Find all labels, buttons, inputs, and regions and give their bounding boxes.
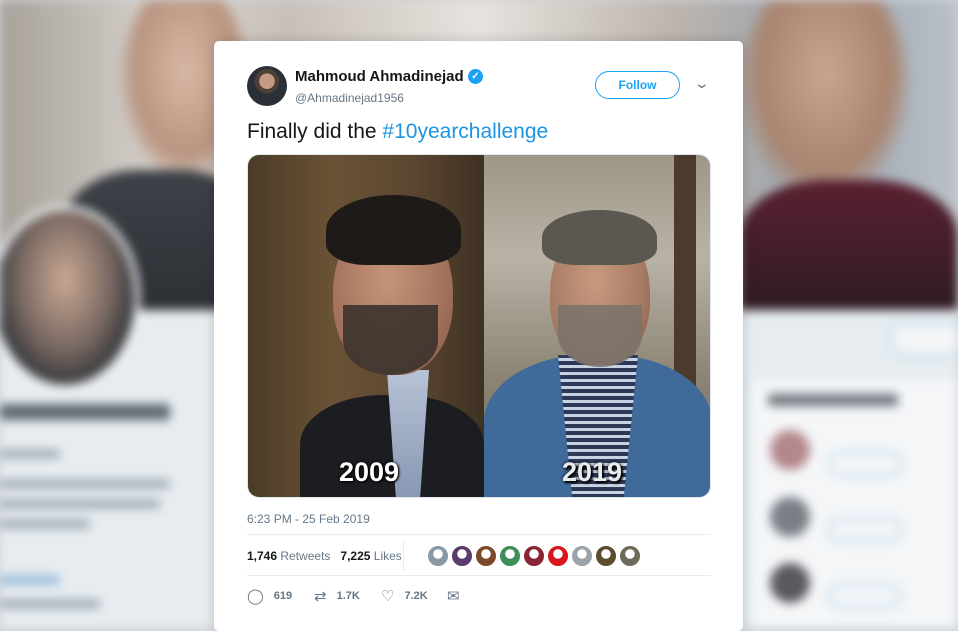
tweet-stats: 1,746 Retweets 7,225 Likes (247, 549, 402, 563)
reply-button[interactable]: ◯ 619 (247, 587, 292, 605)
like-count: 7.2K (404, 590, 428, 602)
heart-icon: ♡ (381, 588, 395, 605)
stats-divider (403, 541, 404, 571)
author-name[interactable]: Mahmoud Ahmadinejad (295, 68, 464, 85)
tweet-text-prefix: Finally did the (247, 120, 377, 143)
retweet-icon: ⇄ (314, 588, 327, 605)
tweet-text: Finally did the #10yearchallenge (247, 120, 548, 144)
tweet-photo[interactable]: 2009 2019 (247, 154, 711, 498)
background-text-line (0, 500, 160, 508)
background-suggestion-avatar (770, 563, 810, 603)
divider (247, 575, 711, 576)
liker-avatar[interactable] (595, 545, 617, 567)
retweet-count: 1.7K (336, 590, 360, 602)
retweet-button[interactable]: ⇄ 1.7K (314, 587, 360, 605)
background-follow-pill (828, 518, 902, 542)
background-text-line (0, 520, 90, 528)
photo-hair (542, 210, 657, 265)
background-text-line (0, 600, 100, 608)
background-follow-pill (828, 452, 902, 476)
background-suggestion-avatar (770, 497, 810, 537)
photo-2009: 2009 (248, 155, 484, 497)
background-text-line (0, 576, 60, 584)
background-text-line (0, 480, 170, 488)
liker-avatar[interactable] (571, 545, 593, 567)
background-shirt-right (740, 180, 958, 320)
reply-icon: ◯ (247, 588, 264, 605)
liker-avatar[interactable] (475, 545, 497, 567)
message-button[interactable]: ✉ (447, 587, 470, 605)
photo-hair (326, 195, 461, 265)
background-text-line (0, 450, 60, 458)
divider (247, 534, 711, 535)
year-label-right: 2019 (562, 457, 623, 487)
author-handle[interactable]: @Ahmadinejad1956 (295, 91, 404, 105)
follow-button[interactable]: Follow (595, 71, 680, 99)
year-label-left: 2009 (339, 457, 400, 487)
liker-avatar[interactable] (451, 545, 473, 567)
tweet-card: Mahmoud Ahmadinejad ✓ @Ahmadinejad1956 F… (214, 41, 743, 631)
likes-stat[interactable]: 7,225 Likes (340, 549, 401, 563)
photo-beard (343, 305, 438, 375)
reply-count: 619 (273, 590, 293, 602)
background-profile-name (0, 404, 170, 420)
photo-beard (558, 305, 642, 367)
hashtag-link[interactable]: #10yearchallenge (382, 120, 548, 143)
author-avatar[interactable] (247, 66, 287, 106)
background-follow-pill (828, 584, 902, 608)
liker-avatar[interactable] (499, 545, 521, 567)
retweets-stat[interactable]: 1,746 Retweets (247, 549, 330, 563)
liker-avatar[interactable] (523, 545, 545, 567)
liker-avatar[interactable] (619, 545, 641, 567)
background-follow-button (890, 322, 958, 356)
background-suggestion-avatar (770, 430, 810, 470)
liker-avatar[interactable] (427, 545, 449, 567)
background-card-header (768, 394, 898, 406)
tweet-timestamp[interactable]: 6:23 PM - 25 Feb 2019 (247, 512, 370, 526)
photo-2019 (484, 155, 710, 497)
like-button[interactable]: ♡ 7.2K (381, 587, 428, 605)
liker-avatar[interactable] (547, 545, 569, 567)
chevron-down-icon[interactable]: ⌄ (694, 75, 710, 92)
envelope-icon: ✉ (447, 588, 460, 605)
verified-badge-icon: ✓ (468, 69, 483, 84)
